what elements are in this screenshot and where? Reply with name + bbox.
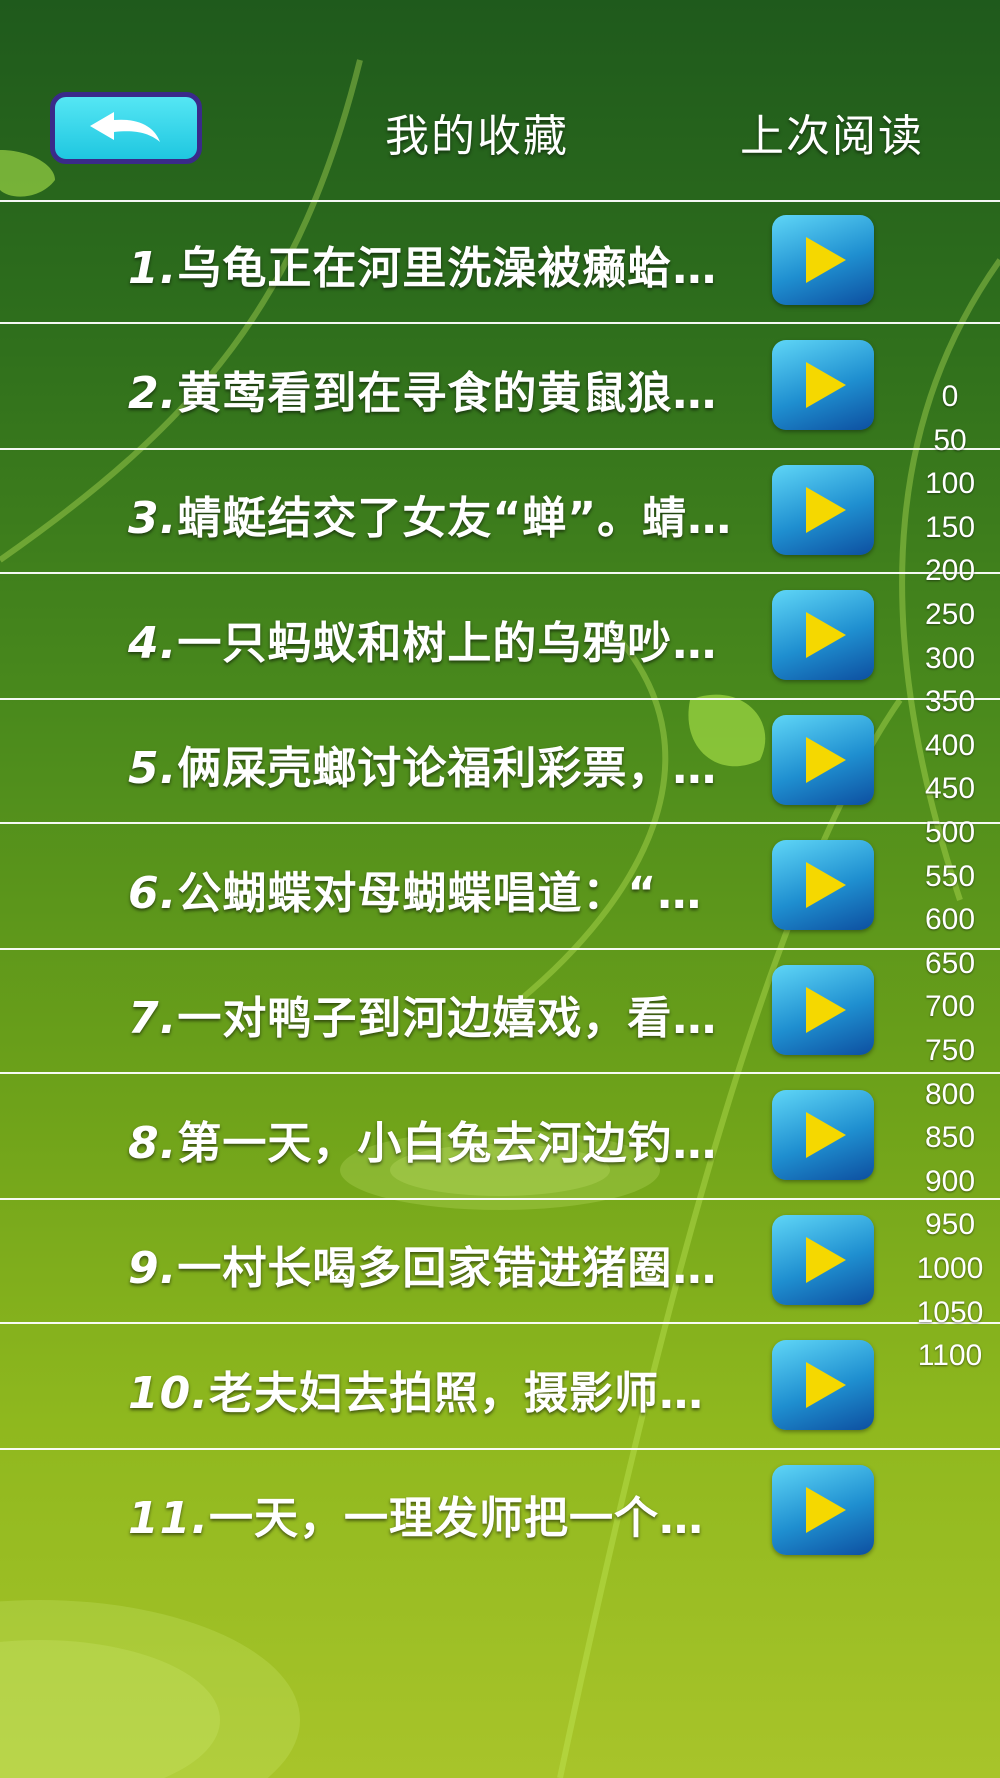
list-item-title: 1.乌龟正在河里洗澡被癞蛤…	[128, 232, 717, 296]
scale-label: 50	[933, 423, 967, 457]
list-item[interactable]: 9.一村长喝多回家错进猪圈…	[0, 1200, 1000, 1323]
list-item-text: 一天，一理发师把一个…	[208, 1493, 704, 1544]
back-arrow-icon	[90, 112, 160, 142]
list-item-text: 公蝴蝶对母蝴蝶唱道：“…	[177, 868, 703, 919]
list-item[interactable]: 11.一天，一理发师把一个…	[0, 1450, 1000, 1573]
scale-label: 100	[924, 467, 976, 501]
list-item-number: 1.	[128, 243, 178, 294]
row-divider	[0, 322, 1000, 324]
scale-label: 200	[924, 554, 976, 588]
list-item-number: 4.	[128, 618, 178, 669]
list-item[interactable]: 8.第一天，小白兔去河边钓…	[0, 1075, 1000, 1198]
list-item-title: 8.第一天，小白兔去河边钓…	[128, 1107, 717, 1171]
scale-label: 700	[924, 990, 976, 1024]
scale-label: 550	[924, 859, 976, 893]
scale-label: 1000	[916, 1252, 984, 1285]
header-bar: 我的收藏 上次阅读	[0, 0, 1000, 200]
list-item-number: 8.	[128, 1118, 178, 1169]
play-button[interactable]	[772, 840, 874, 930]
row-divider	[0, 1072, 1000, 1074]
list-item-title: 6.公蝴蝶对母蝴蝶唱道：“…	[128, 857, 702, 921]
list-item-text: 老夫妇去拍照，摄影师…	[208, 1368, 704, 1419]
list-item-title: 10.老夫妇去拍照，摄影师…	[128, 1357, 704, 1421]
scale-label: 400	[924, 728, 976, 762]
play-button[interactable]	[772, 1465, 874, 1555]
list-item-text: 乌龟正在河里洗澡被癞蛤…	[177, 243, 718, 294]
list-item-number: 7.	[128, 993, 178, 1044]
play-button[interactable]	[772, 965, 874, 1055]
list-item-text: 一村长喝多回家错进猪圈…	[177, 1243, 718, 1294]
list-item-number: 9.	[128, 1243, 178, 1294]
scale-label: 1050	[916, 1295, 984, 1329]
scale-label: 150	[924, 510, 976, 544]
play-button[interactable]	[772, 1340, 874, 1430]
list-item-number: 6.	[128, 868, 178, 919]
list-item-title: 3.蜻蜓结交了女友“蝉”。蜻…	[128, 482, 732, 546]
scale-label: 650	[924, 946, 976, 980]
last-read-tab[interactable]: 上次阅读	[740, 100, 924, 164]
list-item-number: 11.	[128, 1493, 209, 1544]
scale-label: 500	[924, 816, 976, 849]
list-item[interactable]: 2.黄莺看到在寻食的黄鼠狼…	[0, 325, 1000, 448]
play-button[interactable]	[772, 590, 874, 680]
row-divider	[0, 822, 1000, 824]
scale-label: 1100	[917, 1339, 983, 1373]
play-button[interactable]	[772, 340, 874, 430]
scale-label: 750	[924, 1034, 976, 1067]
list-item[interactable]: 7.一对鸭子到河边嬉戏，看…	[0, 950, 1000, 1073]
list-item-title: 4.一只蚂蚁和树上的乌鸦吵…	[128, 607, 717, 671]
scale-label: 300	[924, 641, 976, 675]
list-item[interactable]: 10.老夫妇去拍照，摄影师…	[0, 1325, 1000, 1448]
list-item-text: 蜻蜓结交了女友“蝉”。蜻…	[177, 493, 733, 544]
list-item-text: 黄莺看到在寻食的黄鼠狼…	[177, 368, 718, 419]
list-item-title: 7.一对鸭子到河边嬉戏，看…	[128, 982, 717, 1046]
play-button[interactable]	[772, 715, 874, 805]
scale-label: 450	[924, 772, 976, 806]
scale-label: 800	[924, 1077, 976, 1111]
list-item-text: 第一天，小白兔去河边钓…	[177, 1118, 718, 1169]
list-item[interactable]: 1.乌龟正在河里洗澡被癞蛤…	[0, 200, 1000, 323]
scale-label: 900	[924, 1164, 976, 1198]
play-button[interactable]	[772, 465, 874, 555]
list-item[interactable]: 4.一只蚂蚁和树上的乌鸦吵…	[0, 575, 1000, 698]
list-item-title: 9.一村长喝多回家错进猪圈…	[128, 1232, 717, 1296]
list-item-number: 3.	[128, 493, 178, 544]
row-divider	[0, 572, 1000, 574]
back-button[interactable]	[50, 92, 202, 164]
scale-label: 0	[941, 380, 959, 413]
favorites-tab[interactable]: 我的收藏	[385, 100, 569, 164]
list-item[interactable]: 5.俩屎壳螂讨论福利彩票，…	[0, 700, 1000, 823]
scale-label: 950	[924, 1208, 976, 1242]
scale-label: 250	[924, 598, 976, 631]
scale-label: 350	[924, 685, 976, 719]
row-divider	[0, 1322, 1000, 1324]
list-item-title: 2.黄莺看到在寻食的黄鼠狼…	[128, 357, 717, 421]
list-item-text: 一对鸭子到河边嬉戏，看…	[177, 993, 718, 1044]
list-item[interactable]: 6.公蝴蝶对母蝴蝶唱道：“…	[0, 825, 1000, 948]
scale-label: 600	[924, 903, 976, 937]
list-item-text: 俩屎壳螂讨论福利彩票，…	[177, 743, 718, 794]
list-item-text: 一只蚂蚁和树上的乌鸦吵…	[177, 618, 718, 669]
list-item-title: 11.一天，一理发师把一个…	[128, 1482, 704, 1546]
list-item-number: 2.	[128, 368, 178, 419]
play-button[interactable]	[772, 1090, 874, 1180]
play-button[interactable]	[772, 1215, 874, 1305]
list-item-number: 5.	[128, 743, 178, 794]
list-item-title: 5.俩屎壳螂讨论福利彩票，…	[128, 732, 717, 796]
list-item-number: 10.	[128, 1368, 209, 1419]
scale-label: 850	[924, 1121, 976, 1155]
play-button[interactable]	[772, 215, 874, 305]
list-item[interactable]: 3.蜻蜓结交了女友“蝉”。蜻…	[0, 450, 1000, 573]
